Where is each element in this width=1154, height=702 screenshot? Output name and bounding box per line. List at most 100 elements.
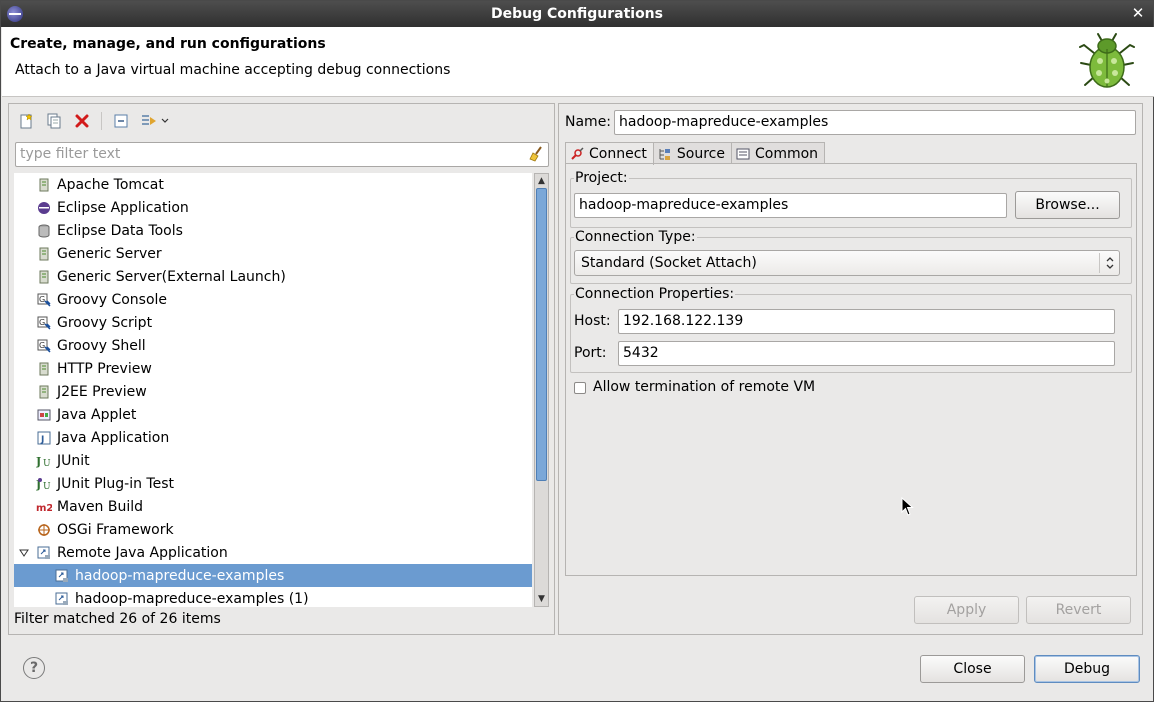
tree-item-generic-server[interactable]: Generic Server — [14, 242, 532, 265]
tree-item-label: hadoop-mapreduce-examples (1) — [75, 590, 309, 607]
expand-triangle-icon[interactable] — [17, 546, 31, 560]
tree-item-groovy-console[interactable]: G Groovy Console — [14, 288, 532, 311]
port-field[interactable]: 5432 — [618, 341, 1115, 366]
window-close-icon[interactable]: ✕ — [1131, 5, 1145, 21]
tab-label: Common — [754, 145, 819, 162]
connection-properties-title: Connection Properties: — [574, 286, 736, 302]
tab-common[interactable]: Common — [730, 142, 826, 164]
title-bar: Debug Configurations ✕ — [1, 1, 1153, 27]
host-label: Host: — [574, 313, 611, 329]
server-icon — [36, 269, 52, 285]
tree-item-remote-java-application[interactable]: Remote Java Application — [14, 541, 532, 564]
close-button[interactable]: Close — [920, 655, 1025, 683]
tree-item-apache-tomcat[interactable]: Apache Tomcat — [14, 173, 532, 196]
svg-text:U: U — [43, 459, 51, 468]
allow-termination-label[interactable]: Allow termination of remote VM — [593, 379, 815, 395]
revert-button[interactable]: Revert — [1026, 596, 1131, 624]
tree-item-label: Eclipse Application — [57, 199, 189, 216]
config-tabs: Connect Source Common — [565, 142, 826, 165]
tree-item-eclipse-data-tools[interactable]: Eclipse Data Tools — [14, 219, 532, 242]
tab-connect[interactable]: Connect — [565, 142, 654, 165]
server-icon — [36, 177, 52, 193]
database-icon — [36, 223, 52, 239]
clear-filter-icon[interactable] — [528, 146, 544, 162]
tree-item-label: Java Application — [57, 429, 170, 446]
filter-icon[interactable] — [138, 110, 160, 132]
svg-text:U: U — [43, 482, 51, 491]
tree-item-label: Remote Java Application — [57, 544, 228, 561]
connection-type-title: Connection Type: — [574, 229, 697, 245]
tree-item-java-application[interactable]: J Java Application — [14, 426, 532, 449]
filter-placeholder: type filter text — [20, 146, 121, 162]
browse-button[interactable]: Browse... — [1015, 191, 1120, 219]
scroll-thumb[interactable] — [536, 188, 547, 481]
connection-type-value: Standard (Socket Attach) — [581, 255, 757, 271]
svg-text:m2: m2 — [36, 503, 52, 514]
remote-config-icon — [54, 591, 70, 607]
project-field[interactable]: hadoop-mapreduce-examples — [574, 193, 1007, 218]
tree-item-label: Generic Server — [57, 245, 162, 262]
window-title: Debug Configurations — [491, 6, 663, 22]
new-configuration-icon[interactable] — [15, 110, 37, 132]
revert-button-label: Revert — [1055, 602, 1102, 618]
tree-item-eclipse-application[interactable]: Eclipse Application — [14, 196, 532, 219]
apply-button[interactable]: Apply — [914, 596, 1019, 624]
scroll-up-icon[interactable]: ▲ — [535, 174, 548, 188]
tree-item-maven-build[interactable]: m2 Maven Build — [14, 495, 532, 518]
project-group: Project: hadoop-mapreduce-examples Brows… — [570, 170, 1132, 228]
applet-icon — [36, 407, 52, 423]
source-icon — [658, 147, 672, 161]
name-field[interactable]: hadoop-mapreduce-examples — [614, 110, 1136, 135]
tab-source[interactable]: Source — [652, 142, 732, 164]
tree-item-http-preview[interactable]: HTTP Preview — [14, 357, 532, 380]
tree-item-j2ee-preview[interactable]: J2EE Preview — [14, 380, 532, 403]
tree-item-label: Groovy Console — [57, 291, 168, 308]
tree-item-label: JUnit Plug-in Test — [57, 475, 175, 492]
tree-item-groovy-shell[interactable]: G Groovy Shell — [14, 334, 532, 357]
allow-termination-checkbox[interactable] — [574, 382, 586, 394]
tree-item-generic-server-external[interactable]: Generic Server(External Launch) — [14, 265, 532, 288]
tree-item-hadoop-mapreduce-examples-1[interactable]: hadoop-mapreduce-examples (1) — [14, 587, 532, 607]
tree-item-java-applet[interactable]: Java Applet — [14, 403, 532, 426]
tree-item-junit[interactable]: JU JUnit — [14, 449, 532, 472]
java-app-icon: J — [36, 430, 52, 446]
filter-input[interactable]: type filter text — [15, 142, 549, 167]
connection-type-select[interactable]: Standard (Socket Attach) — [574, 250, 1120, 276]
tree-scrollbar[interactable]: ▲ ▼ — [534, 173, 549, 607]
tree-item-label: Groovy Script — [57, 314, 153, 331]
help-icon[interactable]: ? — [23, 657, 45, 679]
tree-item-groovy-script[interactable]: G Groovy Script — [14, 311, 532, 334]
server-icon — [36, 361, 52, 377]
host-field[interactable]: 192.168.122.139 — [618, 309, 1115, 334]
debug-configurations-dialog: Debug Configurations ✕ Create, manage, a… — [0, 0, 1154, 702]
dialog-header: Create, manage, and run configurations A… — [2, 27, 1154, 97]
tree-item-label: Generic Server(External Launch) — [57, 268, 286, 285]
tree-item-hadoop-mapreduce-examples[interactable]: hadoop-mapreduce-examples — [14, 564, 532, 587]
tab-label: Connect — [589, 146, 647, 162]
junit-plugin-icon: JU — [36, 476, 52, 492]
svg-text:G: G — [39, 318, 45, 327]
tree-item-junit-plugin-test[interactable]: JU JUnit Plug-in Test — [14, 472, 532, 495]
collapse-all-icon[interactable] — [110, 110, 132, 132]
delete-icon[interactable] — [71, 110, 93, 132]
scroll-down-icon[interactable]: ▼ — [535, 592, 548, 606]
eclipse-icon — [36, 200, 52, 216]
header-title: Create, manage, and run configurations — [10, 36, 326, 52]
tree-item-label: JUnit — [57, 452, 90, 469]
tree-item-label: Groovy Shell — [57, 337, 146, 354]
osgi-icon — [36, 522, 52, 538]
groovy-icon: G — [36, 315, 52, 331]
svg-text:G: G — [39, 295, 45, 304]
updown-arrow-icon — [1099, 253, 1119, 273]
duplicate-icon[interactable] — [43, 110, 65, 132]
chevron-down-icon[interactable] — [160, 110, 170, 132]
tree-item-label: Java Applet — [57, 406, 137, 423]
debug-button[interactable]: Debug — [1034, 655, 1140, 683]
toolbar-separator — [101, 112, 102, 130]
eclipse-logo-icon — [7, 6, 23, 22]
connect-tab-body: Project: hadoop-mapreduce-examples Brows… — [565, 163, 1137, 576]
groovy-icon: G — [36, 292, 52, 308]
mouse-cursor-icon — [901, 497, 914, 516]
debug-bug-icon — [1079, 33, 1135, 88]
tree-item-osgi-framework[interactable]: OSGi Framework — [14, 518, 532, 541]
